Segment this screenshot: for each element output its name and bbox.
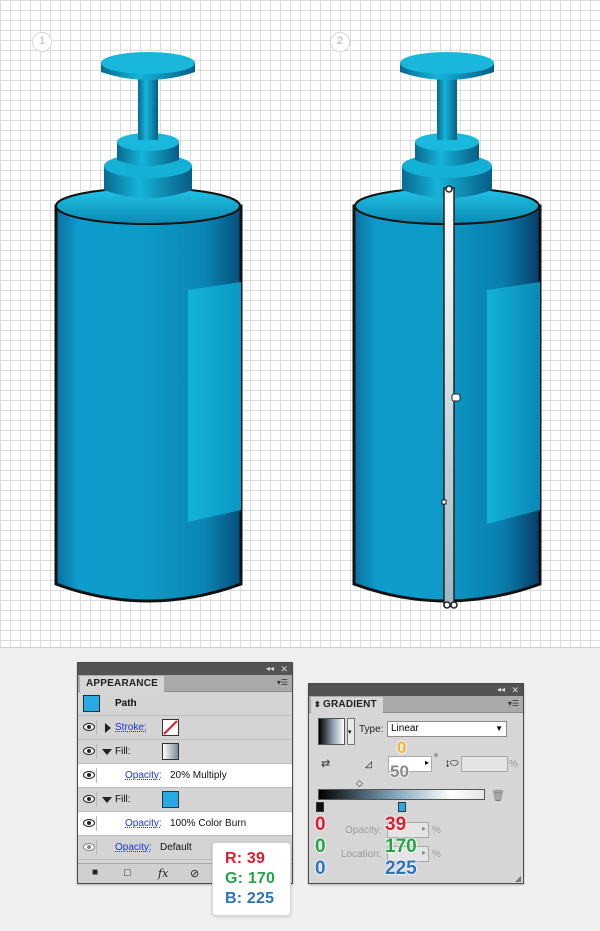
aspect-value: 50 — [390, 762, 410, 782]
angle-icon: ◿ — [365, 759, 372, 769]
type-value: Linear — [391, 723, 419, 734]
artboard-canvas[interactable]: 1 2 — [0, 0, 600, 648]
gradient-preset-dropdown[interactable]: ▾ — [347, 718, 355, 745]
stop1-r-value: 0 — [315, 814, 326, 836]
collapse-triangle-icon[interactable] — [102, 797, 112, 803]
fill-1-opacity-row[interactable]: Opacity: 20% Multiply — [78, 764, 292, 788]
tab-gradient-label: GRADIENT — [323, 699, 377, 710]
reverse-gradient-icon[interactable]: ⇄ — [321, 757, 330, 770]
fill-row-2[interactable]: Fill: — [78, 788, 292, 812]
gradient-fill-swatch[interactable] — [162, 743, 179, 760]
stop2-r-value: 39 — [385, 814, 407, 836]
stop1-b-value: 0 — [315, 858, 326, 880]
aspect-ratio-icon: ↨⬭ — [445, 758, 459, 769]
aspect-field[interactable] — [461, 756, 508, 772]
close-icon[interactable]: ✕ — [511, 684, 519, 696]
fill-label: Fill: — [115, 794, 131, 805]
opacity-link[interactable]: Opacity: — [115, 842, 152, 853]
bottles-illustration — [54, 52, 542, 609]
clear-icon[interactable]: □ — [124, 867, 131, 879]
stop2-b-value: 225 — [385, 858, 417, 880]
opacity-value: Default — [160, 842, 192, 853]
opacity-label: Opacity: — [345, 825, 382, 836]
object-label: Path — [115, 698, 137, 709]
bottle-1 — [54, 52, 243, 603]
type-label: Type: — [359, 724, 384, 735]
delete-stop-icon[interactable]: 🗑 — [491, 789, 505, 802]
rgb-b-label: B: 225 — [225, 890, 275, 907]
visibility-eye-icon[interactable] — [81, 744, 97, 759]
gradient-body: ▾ Type: Linear ▼ ⇄ ◿ ▸ ° ↨⬭ % 0 50 ◇ 🗑 O… — [309, 713, 523, 884]
close-icon[interactable]: ✕ — [280, 663, 288, 675]
opacity-value: 100% Color Burn — [170, 818, 247, 829]
gradient-panel: ◂◂ ✕ ⬍ GRADIENT ▾☰ ▾ Type: Linear ▼ ⇄ ◿ … — [308, 683, 524, 884]
collapse-icon[interactable]: ◂◂ — [266, 663, 274, 675]
chevron-right-icon[interactable]: ▸ — [422, 824, 426, 833]
tab-gradient[interactable]: ⬍ GRADIENT — [311, 697, 383, 713]
visibility-eye-icon[interactable] — [81, 792, 97, 807]
stop2-g-value: 170 — [385, 836, 417, 858]
gradient-slider[interactable] — [318, 789, 485, 800]
rgb-r-label: R: 39 — [225, 850, 266, 867]
location-label: Location: — [341, 849, 382, 860]
degree-symbol: ° — [434, 753, 438, 764]
gradient-stop-blue[interactable] — [398, 802, 406, 812]
new-art-icon[interactable]: ■ — [92, 867, 98, 878]
collapse-triangle-icon[interactable] — [102, 749, 112, 755]
tab-appearance[interactable]: APPEARANCE — [80, 676, 165, 692]
opacity-link[interactable]: Opacity: — [125, 818, 162, 829]
fill-row-1[interactable]: Fill: — [78, 740, 292, 764]
rgb-callout-card: R: 39 G: 170 B: 225 — [212, 842, 291, 916]
object-row[interactable]: Path — [78, 692, 292, 716]
type-select[interactable]: Linear ▼ — [387, 721, 507, 737]
midpoint-diamond-icon[interactable]: ◇ — [356, 778, 363, 789]
opacity-value: 20% Multiply — [170, 770, 227, 781]
angle-chevron-icon[interactable]: ▸ — [425, 758, 429, 767]
resize-grip-icon[interactable]: ◢ — [515, 874, 521, 883]
fill-label: Fill: — [115, 746, 131, 757]
visibility-eye-icon[interactable] — [81, 720, 97, 735]
percent-symbol: % — [432, 849, 441, 860]
percent-symbol: % — [432, 825, 441, 836]
panel-tabbar: ⬍ GRADIENT ▾☰ — [309, 696, 523, 713]
object-swatch — [83, 695, 100, 712]
panel-titlebar[interactable]: ◂◂ ✕ — [309, 684, 523, 696]
stop1-g-value: 0 — [315, 836, 326, 858]
gradient-thumbnail[interactable] — [318, 718, 345, 745]
visibility-eye-icon[interactable] — [81, 816, 97, 831]
delete-icon[interactable]: ⊘ — [190, 867, 199, 880]
opacity-link[interactable]: Opacity: — [125, 770, 162, 781]
visibility-eye-icon[interactable] — [81, 840, 97, 855]
panel-menu-icon[interactable]: ▾☰ — [277, 678, 288, 687]
gradient-stop-black[interactable] — [316, 802, 324, 812]
panel-tabbar: APPEARANCE ▾☰ — [78, 675, 292, 692]
blue-fill-swatch[interactable] — [162, 791, 179, 808]
fill-2-opacity-row[interactable]: Opacity: 100% Color Burn — [78, 812, 292, 836]
angle-value: 0 — [397, 738, 407, 758]
chevron-down-icon: ▼ — [495, 724, 503, 733]
collapse-icon[interactable]: ◂◂ — [497, 684, 505, 696]
stroke-link[interactable]: Stroke: — [115, 722, 147, 733]
stroke-row[interactable]: Stroke: — [78, 716, 292, 740]
stroke-none-swatch[interactable] — [162, 719, 179, 736]
panel-titlebar[interactable]: ◂◂ ✕ — [78, 663, 292, 675]
chevron-right-icon[interactable]: ▸ — [422, 848, 426, 857]
percent-symbol: % — [509, 759, 518, 770]
rgb-g-label: G: 170 — [225, 870, 276, 887]
fx-icon[interactable]: fx — [158, 867, 168, 880]
updown-icon: ⬍ — [314, 700, 321, 709]
visibility-eye-icon[interactable] — [81, 768, 97, 783]
panel-menu-icon[interactable]: ▾☰ — [508, 699, 519, 708]
expand-triangle-icon[interactable] — [105, 723, 111, 733]
